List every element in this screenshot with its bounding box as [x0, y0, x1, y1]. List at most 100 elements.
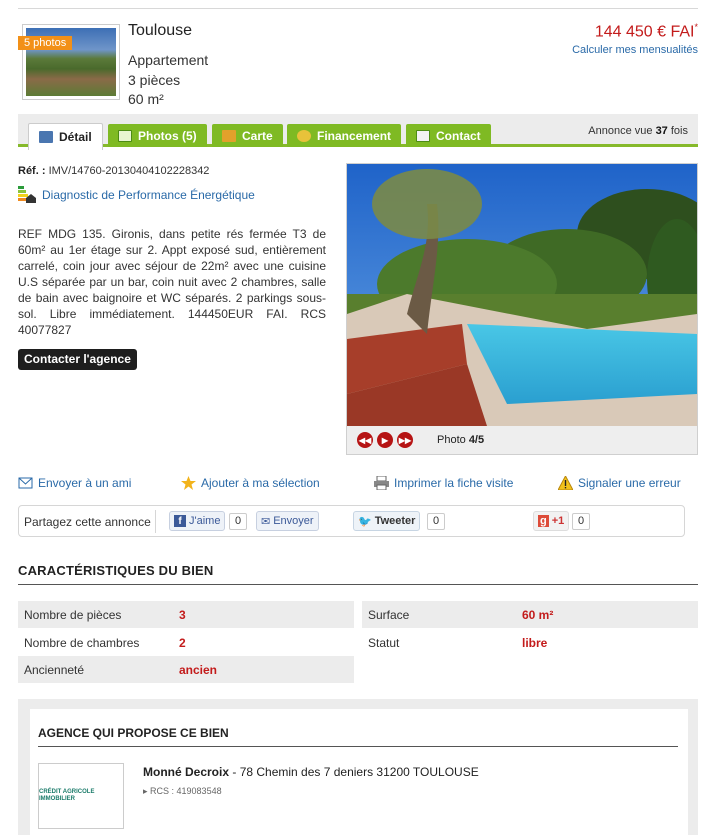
calculate-payments-link[interactable]: Calculer mes mensualités [572, 44, 698, 56]
tab-label: Photos (5) [138, 128, 197, 143]
characteristics-title: CARACTÉRISTIQUES DU BIEN [18, 563, 214, 578]
detail-icon [39, 131, 53, 143]
top-divider [18, 8, 698, 9]
share-bar: Partagez cette annonce f J'aime 0 ✉ Envo… [18, 505, 685, 537]
listing-actions: Envoyer à un ami Ajouter à ma sélection … [18, 474, 698, 494]
listing-city: Toulouse [128, 22, 193, 39]
facebook-icon: f [174, 515, 186, 527]
coins-icon [297, 129, 311, 142]
google-plus-icon: g [538, 515, 549, 527]
print-sheet-link[interactable]: Imprimer la fiche visite [374, 475, 514, 491]
listing-description: REF MDG 135. Gironis, dans petite rés fe… [18, 227, 326, 337]
agency-rcs: ▸ RCS : 419083548 [143, 786, 222, 796]
characteristic-label: Ancienneté [24, 662, 85, 677]
like-label: J'aime [189, 515, 221, 527]
send-to-friend-link[interactable]: Envoyer à un ami [18, 476, 131, 490]
photo-viewer: ◀◀ ▶ ▶▶ Photo 4/5 [346, 163, 698, 455]
agency-card: AGENCE QUI PROPOSE CE BIEN CRÉDIT AGRICO… [30, 709, 688, 835]
play-icon[interactable]: ▶ [377, 432, 393, 448]
like-count: 0 [229, 513, 248, 530]
agency-info: Monné Decroix - 78 Chemin des 7 deniers … [143, 765, 479, 779]
photos-icon [118, 129, 132, 142]
listing-price: 144 450 € FAI* [595, 22, 698, 41]
tab-bar: Détail Photos (5) Carte Financement Cont… [18, 114, 698, 150]
views-prefix: Annonce vue [588, 125, 653, 137]
agency-logo-text: CRÉDIT AGRICOLE IMMOBILIER [39, 789, 95, 802]
map-icon [222, 129, 236, 142]
agency-title: AGENCE QUI PROPOSE CE BIEN [38, 726, 229, 740]
send-label: Envoyer [273, 515, 314, 527]
characteristic-label: Statut [368, 635, 400, 650]
listing-photo[interactable] [347, 164, 697, 426]
characteristic-row: Statut libre [362, 629, 698, 656]
agency-address: - 78 Chemin des 7 deniers 31200 TOULOUSE [232, 765, 479, 779]
agency-logo[interactable]: CRÉDIT AGRICOLE IMMOBILIER [38, 763, 124, 829]
tab-financing[interactable]: Financement [287, 124, 402, 147]
energy-rating-icon [18, 186, 36, 204]
tab-detail[interactable]: Détail [28, 123, 103, 150]
listing-type: Appartement [128, 52, 209, 68]
tweet-count: 0 [427, 513, 446, 530]
report-error-link[interactable]: Signaler une erreur [557, 474, 681, 491]
characteristic-value: 60 m² [522, 607, 554, 622]
tab-contact[interactable]: Contact [406, 124, 491, 147]
photo-count-badge: 5 photos [18, 36, 73, 50]
action-label: Ajouter à ma sélection [201, 476, 320, 490]
facebook-like-button[interactable]: f J'aime [169, 511, 226, 531]
action-label: Envoyer à un ami [38, 476, 132, 490]
tab-label: Détail [59, 130, 92, 144]
share-divider [155, 510, 156, 533]
agency-name[interactable]: Monné Decroix [143, 765, 229, 779]
agency-section: AGENCE QUI PROPOSE CE BIEN CRÉDIT AGRICO… [18, 699, 698, 835]
share-label: Partagez cette annonce [24, 515, 151, 529]
action-label: Imprimer la fiche visite [394, 476, 514, 490]
printer-icon [374, 475, 389, 491]
view-counter: Annonce vue 37 fois [588, 125, 688, 137]
dpe-link-label: Diagnostic de Performance Énergétique [42, 188, 255, 202]
first-photo-icon[interactable]: ◀◀ [357, 432, 373, 448]
tab-label: Carte [242, 128, 273, 143]
photo-counter-value: 4/5 [468, 434, 485, 446]
mail-icon [18, 476, 33, 490]
gplus-label: +1 [551, 515, 565, 527]
characteristic-value: 3 [179, 607, 186, 622]
characteristic-label: Nombre de pièces [24, 607, 122, 622]
reference-label: Réf. : [18, 165, 46, 177]
warning-icon [557, 474, 574, 491]
listing-rooms: 3 pièces [128, 72, 181, 88]
views-suffix: fois [670, 125, 688, 137]
send-icon: ✉ [261, 515, 271, 528]
action-label: Signaler une erreur [578, 476, 681, 490]
characteristic-row: Nombre de chambres 2 [18, 629, 354, 656]
agency-rcs-value: RCS : 419083548 [150, 786, 222, 796]
photo-counter-label: Photo [437, 434, 466, 446]
price-value: 144 450 € FAI [594, 23, 695, 41]
tweet-button[interactable]: 🐦 Tweeter [353, 511, 421, 531]
photo-counter: Photo 4/5 [437, 434, 484, 446]
tweet-label: Tweeter [374, 515, 416, 527]
gplus-count: 0 [572, 513, 591, 530]
characteristic-row: Nombre de pièces 3 [18, 601, 354, 628]
contact-agency-button[interactable]: Contacter l'agence [18, 349, 137, 370]
agency-divider [38, 746, 678, 747]
characteristic-value: 2 [179, 635, 186, 650]
listing-area: 60 m² [128, 91, 164, 107]
reference-value: IMV/14760-20130404102228342 [48, 165, 210, 177]
next-photo-icon[interactable]: ▶▶ [397, 432, 413, 448]
tab-map[interactable]: Carte [212, 124, 283, 147]
dpe-link[interactable]: Diagnostic de Performance Énergétique [18, 186, 255, 204]
characteristic-value: ancien [179, 662, 218, 677]
characteristic-label: Nombre de chambres [24, 635, 140, 650]
contact-icon [416, 129, 430, 142]
characteristic-value: libre [522, 635, 548, 650]
photo-controls: ◀◀ ▶ ▶▶ Photo 4/5 [357, 432, 484, 448]
reference: Réf. : IMV/14760-20130404102228342 [18, 165, 209, 177]
add-to-selection-link[interactable]: Ajouter à ma sélection [181, 476, 320, 490]
characteristics-divider [18, 584, 698, 585]
google-plus-button[interactable]: g +1 [533, 511, 570, 531]
twitter-icon: 🐦 [358, 515, 372, 528]
characteristic-row: Ancienneté ancien [18, 656, 354, 683]
listing-thumbnail[interactable]: 5 photos [18, 24, 120, 100]
facebook-send-button[interactable]: ✉ Envoyer [256, 511, 319, 531]
tab-photos[interactable]: Photos (5) [108, 124, 207, 147]
